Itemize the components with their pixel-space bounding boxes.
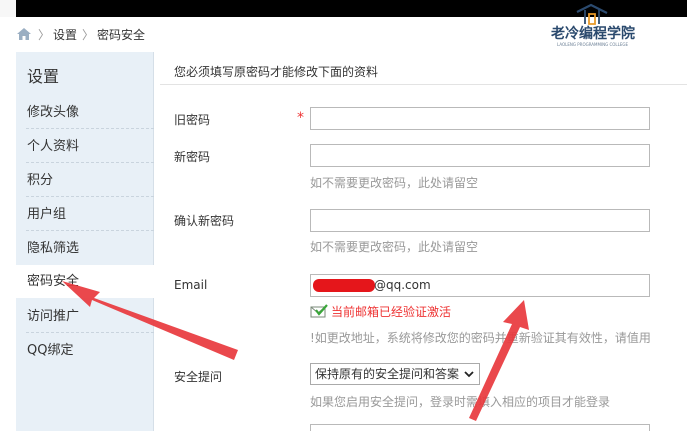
confirm-password-hint: 如不需要更改密码，此处请留空 [310,240,479,254]
svg-text:LAOLENG PROGRAMMING COLLEGE: LAOLENG PROGRAMMING COLLEGE [557,42,629,47]
sidebar-title: 设置 [27,67,60,86]
sidebar-item-label: 密码安全 [27,274,80,289]
email-value: @qq.com [374,278,431,292]
old-password-input[interactable] [310,107,650,130]
sidebar-item-promotion[interactable]: 访问推广 [16,300,154,333]
email-label: Email [174,278,208,292]
required-mark: * [297,110,304,126]
site-logo[interactable]: 老冷编程学院 LAOLENG PROGRAMMING COLLEGE [545,2,687,48]
new-password-label: 新密码 [174,150,211,164]
home-icon[interactable] [16,27,32,41]
sidebar-item-profile[interactable]: 个人资料 [16,130,154,163]
security-question-label: 安全提问 [174,370,223,384]
chevron-down-icon [464,371,474,378]
sidebar-item-label: QQ绑定 [27,343,74,358]
security-question-hint: 如果您启用安全提问，登录时需填入相应的项目才能登录 [310,395,611,409]
next-input-partial[interactable] [310,424,650,431]
sidebar-item-label: 访问推广 [27,309,80,324]
breadcrumb-separator: 〉 [38,28,51,42]
sidebar-item-privacy[interactable]: 隐私筛选 [16,232,154,265]
sidebar: 设置 修改头像 个人资料 积分 用户组 隐私筛选 密码安全 访问推广 QQ绑定 [16,52,154,431]
new-password-input[interactable] [310,144,650,167]
sidebar-item-avatar[interactable]: 修改头像 [16,96,154,129]
sidebar-item-qq-binding[interactable]: QQ绑定 [16,334,154,367]
email-hint: !如更改地址，系统将修改您的密码并重新验证其有效性，请值用 [310,331,651,345]
new-password-hint: 如不需要更改密码，此处请留空 [310,176,479,190]
sidebar-item-password-security[interactable]: 密码安全 [16,265,154,298]
breadcrumb-item-password-security: 密码安全 [97,28,146,42]
confirm-password-label: 确认新密码 [174,214,235,228]
svg-text:老冷编程学院: 老冷编程学院 [551,25,635,42]
breadcrumb-separator: 〉 [82,28,95,42]
password-form: 您必须填写原密码才能修改下面的资料 旧密码 * 新密码 如不需要更改密码，此处请… [160,52,687,431]
security-question-selected: 保持原有的安全提问和答案 [315,367,460,381]
top-left-strip [0,0,16,17]
form-notice: 您必须填写原密码才能修改下面的资料 [174,65,379,79]
sidebar-item-credits[interactable]: 积分 [16,164,154,197]
confirm-password-input[interactable] [310,209,650,232]
security-question-select[interactable]: 保持原有的安全提问和答案 [310,363,480,385]
sidebar-item-label: 积分 [27,173,54,188]
notice-divider [160,84,687,85]
sidebar-item-label: 隐私筛选 [27,241,80,256]
sidebar-item-label: 修改头像 [27,105,80,120]
email-verified-text: 当前邮箱已经验证激活 [331,305,452,319]
sidebar-item-label: 个人资料 [27,139,80,154]
mail-check-icon [310,304,328,318]
redacted-email-prefix [313,279,375,292]
old-password-label: 旧密码 [174,113,211,127]
sidebar-item-usergroup[interactable]: 用户组 [16,198,154,231]
sidebar-item-label: 用户组 [27,207,67,222]
breadcrumb-item-settings[interactable]: 设置 [53,26,77,43]
email-input[interactable]: @qq.com [310,274,650,297]
